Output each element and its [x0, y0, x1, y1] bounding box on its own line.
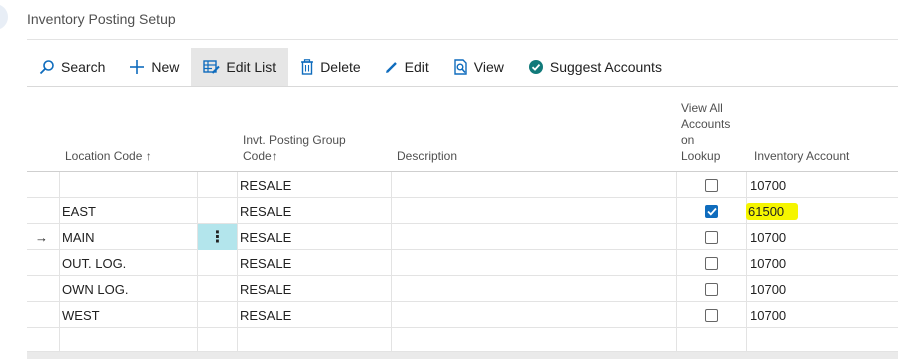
posting-group-cell[interactable]: RESALE	[240, 302, 291, 328]
toolbar-divider	[27, 86, 898, 87]
pencil-icon	[385, 60, 399, 74]
view-all-checkbox[interactable]	[705, 282, 718, 296]
checkmark-icon	[706, 207, 717, 216]
view-all-header-line3: on	[681, 133, 695, 147]
delete-label: Delete	[320, 59, 361, 75]
inventory-account-cell[interactable]: 10700	[750, 302, 786, 328]
view-label: View	[473, 59, 504, 75]
view-all-header-line2: Accounts	[681, 117, 731, 131]
posting-group-cell[interactable]: RESALE	[240, 172, 291, 198]
delete-button[interactable]: Delete	[288, 48, 372, 86]
inventory-account-cell[interactable]: 61500	[746, 198, 799, 224]
column-header-view-all-accounts[interactable]: View All Accounts on Lookup	[681, 100, 730, 164]
current-row-arrow-icon: →	[35, 229, 48, 245]
location-code-cell[interactable]: OUT. LOG.	[62, 250, 126, 276]
view-all-accounts-cell[interactable]	[705, 250, 718, 276]
column-header-posting-group-code[interactable]: Invt. Posting Group Code↑	[243, 132, 346, 164]
view-all-accounts-cell[interactable]	[705, 172, 718, 198]
title-divider	[27, 39, 898, 40]
table-row[interactable]: OUT. LOG. RESALE 10700	[27, 250, 898, 276]
posting-group-header-line1: Invt. Posting Group	[243, 133, 346, 147]
view-all-accounts-cell[interactable]	[705, 198, 718, 224]
inventory-account-cell[interactable]: 10700	[750, 172, 786, 198]
edit-list-icon	[203, 59, 221, 75]
posting-group-cell[interactable]: RESALE	[240, 198, 291, 224]
view-all-header-line4: Lookup	[681, 149, 721, 163]
edit-list-button[interactable]: Edit List	[191, 48, 289, 86]
view-all-checkbox[interactable]	[705, 178, 718, 192]
row-actions-menu-button[interactable]: ⋮	[198, 224, 237, 250]
view-all-checkbox[interactable]	[705, 230, 718, 244]
posting-group-header-line2: Code	[243, 149, 272, 163]
table-row-selected[interactable]: → MAIN ⋮ RESALE 10700	[27, 224, 898, 250]
location-code-cell[interactable]: EAST	[62, 198, 96, 224]
view-all-accounts-cell[interactable]	[705, 224, 718, 250]
column-header-description[interactable]: Description	[397, 148, 457, 164]
search-icon	[39, 59, 55, 75]
back-bubble[interactable]	[0, 4, 8, 30]
view-all-accounts-cell[interactable]	[705, 276, 718, 302]
location-code-header-label: Location Code	[65, 149, 143, 163]
highlighted-account-value: 61500	[746, 202, 799, 220]
trash-icon	[300, 59, 314, 75]
inventory-account-cell[interactable]: 10700	[750, 250, 786, 276]
sort-ascending-icon: ↑	[145, 149, 152, 163]
edit-button[interactable]: Edit	[373, 48, 441, 86]
search-button[interactable]: Search	[27, 48, 117, 86]
column-header-location-code[interactable]: Location Code ↑	[65, 148, 152, 164]
table-row[interactable]: WEST RESALE 10700	[27, 302, 898, 328]
new-button[interactable]: New	[117, 48, 191, 86]
location-code-cell[interactable]: MAIN	[62, 224, 95, 250]
posting-group-cell[interactable]: RESALE	[240, 276, 291, 302]
table-row[interactable]: OWN LOG. RESALE 10700	[27, 276, 898, 302]
suggest-accounts-button[interactable]: Suggest Accounts	[516, 48, 674, 86]
new-entry-row[interactable]	[27, 328, 898, 352]
posting-group-cell[interactable]: RESALE	[240, 224, 291, 250]
location-code-cell[interactable]: OWN LOG.	[62, 276, 128, 302]
inventory-account-cell[interactable]: 10700	[750, 224, 786, 250]
suggest-accounts-label: Suggest Accounts	[549, 59, 662, 75]
view-all-checkbox[interactable]	[705, 308, 718, 322]
horizontal-scrollbar[interactable]	[27, 352, 898, 359]
check-circle-icon	[528, 59, 544, 75]
column-header-inventory-account[interactable]: Inventory Account	[754, 148, 849, 164]
table-row[interactable]: RESALE 10700	[27, 172, 898, 198]
view-icon	[453, 59, 468, 75]
edit-label: Edit	[404, 59, 429, 75]
location-code-cell[interactable]: WEST	[62, 302, 100, 328]
action-bar: Search New Edit List Delete Edit View Su…	[27, 48, 674, 86]
view-button[interactable]: View	[441, 48, 516, 86]
page-title: Inventory Posting Setup	[27, 11, 176, 27]
view-all-header-line1: View All	[681, 101, 723, 115]
inventory-account-cell[interactable]: 10700	[750, 276, 786, 302]
posting-group-cell[interactable]: RESALE	[240, 250, 291, 276]
search-label: Search	[61, 59, 106, 75]
edit-list-label: Edit List	[226, 59, 277, 75]
view-all-accounts-cell[interactable]	[705, 302, 718, 328]
plus-icon	[129, 59, 145, 75]
table-row[interactable]: EAST RESALE 61500	[27, 198, 898, 224]
view-all-checkbox[interactable]	[705, 204, 718, 218]
sort-ascending-icon: ↑	[271, 149, 278, 163]
new-label: New	[151, 59, 180, 75]
view-all-checkbox[interactable]	[705, 256, 718, 270]
